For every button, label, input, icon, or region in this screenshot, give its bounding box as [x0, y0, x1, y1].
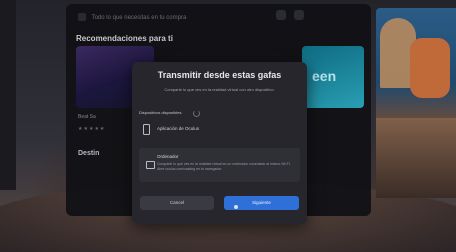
devices-label: Dispositivos disponibles — [139, 110, 182, 115]
device-option-oculus-app[interactable]: Aplicación de Oculus — [139, 122, 300, 138]
recommendations-title: Recomendaciones para ti — [76, 34, 173, 43]
recommended-card[interactable]: een — [302, 46, 364, 108]
rating-stars: ★★★★★ — [78, 126, 106, 132]
cancel-button[interactable]: Cancel — [140, 196, 214, 210]
cart-icon[interactable] — [294, 10, 304, 20]
computer-description: Comparte lo que ves en la realidad virtu… — [157, 162, 291, 171]
loading-spinner-icon — [193, 110, 200, 117]
computer-title: Ordenador — [157, 154, 179, 159]
device-name: Aplicación de Oculus — [157, 126, 200, 131]
store-logo-icon — [78, 13, 86, 22]
dialog-title: Transmitir desde estas gafas — [157, 70, 282, 80]
ground-shape — [376, 118, 456, 198]
store-header: Todo lo que necesitas en tu compra — [78, 10, 248, 26]
phone-icon — [143, 124, 150, 135]
environment-view — [376, 8, 456, 198]
left-panel-edge — [0, 0, 16, 190]
card-label: Beat Sa — [78, 114, 96, 120]
search-icon[interactable] — [276, 10, 286, 20]
store-header-text: Todo lo que necesitas en tu compra — [91, 15, 187, 21]
pointer-cursor — [234, 205, 238, 209]
destinations-title: Destin — [78, 150, 100, 157]
device-option-computer[interactable]: Ordenador Comparte lo que ves en la real… — [139, 148, 300, 182]
dialog-description: Comparte lo que ves en la realidad virtu… — [164, 87, 275, 92]
cast-dialog: Transmitir desde estas gafas Comparte lo… — [132, 62, 307, 224]
card-title: een — [312, 68, 337, 84]
computer-icon — [146, 161, 155, 169]
rock-shape — [410, 38, 450, 98]
